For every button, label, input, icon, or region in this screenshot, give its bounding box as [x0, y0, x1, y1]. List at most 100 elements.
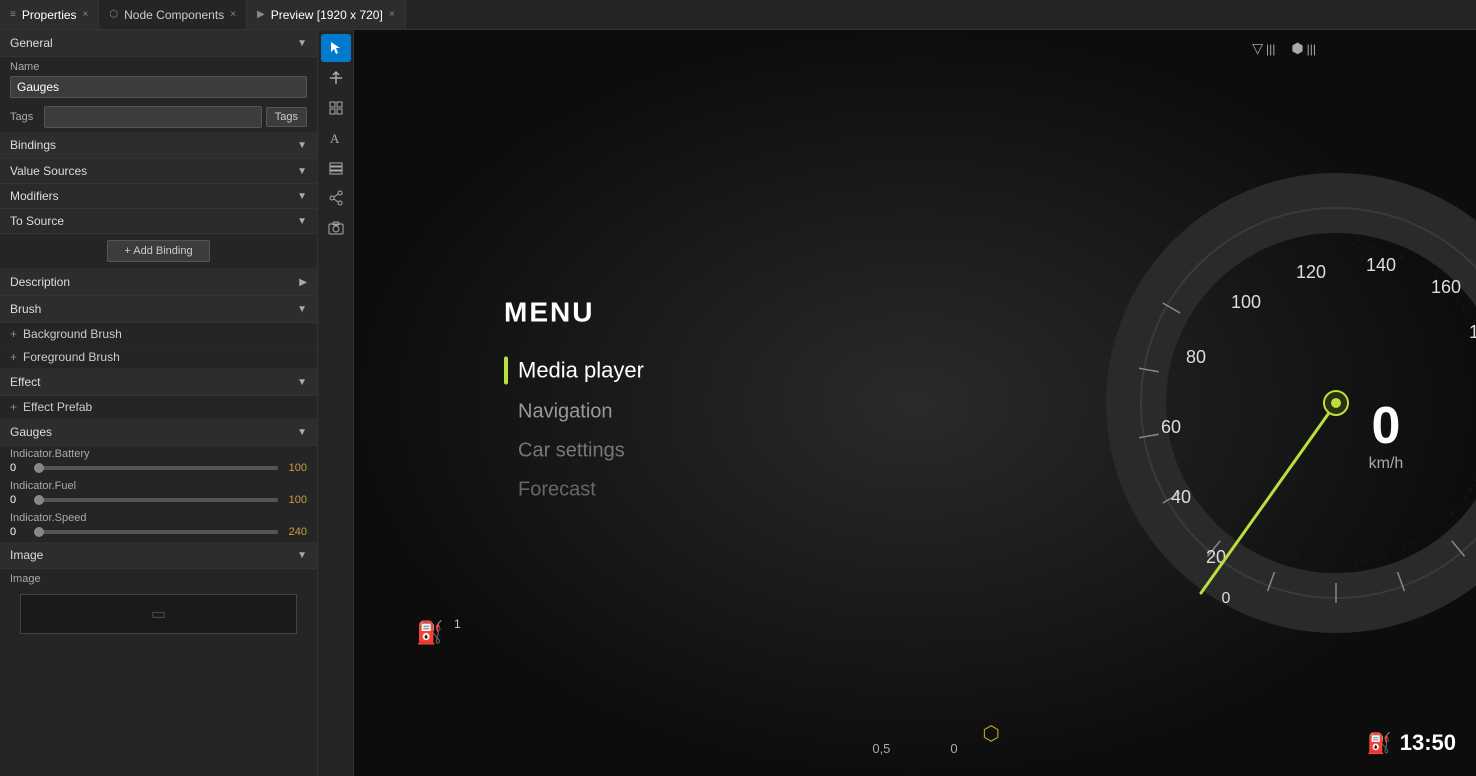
tags-row: Tags Tags: [0, 102, 317, 132]
speedometer-area: 20 40 60 80 100 120 140 160 180 0: [996, 30, 1476, 776]
value-sources-arrow: ▼: [297, 166, 307, 177]
tab-node-components-label: Node Components: [124, 8, 224, 22]
brush-section-header[interactable]: Brush ▼: [0, 296, 317, 323]
battery-slider[interactable]: [34, 466, 278, 470]
svg-text:100: 100: [1231, 292, 1261, 312]
foreground-brush-label: Foreground Brush: [23, 350, 120, 364]
menu-overlay: MENU Media player Navigation Car setting…: [504, 297, 644, 510]
speed-slider-row: Indicator.Speed 0 240: [0, 510, 317, 542]
fuel-slider-row: Indicator.Fuel 0 100: [0, 478, 317, 510]
clock: ⛽ 13:50: [1367, 730, 1456, 756]
bindings-section-header[interactable]: Bindings ▼: [0, 132, 317, 159]
modifiers-label: Modifiers: [10, 189, 59, 203]
fuel-pump-icon: ⛽: [416, 620, 443, 646]
tab-node-components[interactable]: ⬡ Node Components ×: [99, 0, 247, 29]
gauges-chevron: ▼: [297, 427, 307, 438]
gauges-section-header[interactable]: Gauges ▼: [0, 419, 317, 446]
clock-fuel-icon: ⛽: [1367, 731, 1392, 756]
effect-prefab-item[interactable]: + Effect Prefab: [0, 396, 317, 419]
bindings-chevron: ▼: [297, 140, 307, 151]
value-sources-subsection[interactable]: Value Sources ▼: [0, 159, 317, 184]
tags-button[interactable]: Tags: [266, 107, 307, 127]
tool-camera[interactable]: [321, 214, 351, 242]
image-chevron: ▼: [297, 550, 307, 561]
to-source-arrow: ▼: [297, 216, 307, 227]
tags-input[interactable]: [44, 106, 262, 128]
effect-prefab-plus-icon: +: [10, 400, 17, 414]
effect-section-header[interactable]: Effect ▼: [0, 369, 317, 396]
image-section-header[interactable]: Image ▼: [0, 542, 317, 569]
menu-title: MENU: [504, 297, 644, 329]
svg-text:0: 0: [1372, 397, 1401, 455]
name-input[interactable]: [10, 76, 307, 98]
fuel-min-value: 0: [10, 494, 30, 506]
image-field-label: Image: [10, 573, 307, 585]
menu-navigation-label: Navigation: [518, 401, 613, 424]
brush-label: Brush: [10, 302, 41, 316]
image-icon: ▭: [151, 604, 166, 624]
dashboard: ▽ ||| ⬢ ||| MENU Media player Navigation: [354, 30, 1476, 776]
tab-bar: ≡ Properties × ⬡ Node Components × ▶ Pre…: [0, 0, 1476, 30]
bottom-indicators: 0,5 0: [872, 741, 957, 756]
tab-preview-close[interactable]: ×: [389, 9, 395, 20]
tool-layers[interactable]: [321, 154, 351, 182]
effect-label: Effect: [10, 375, 40, 389]
middle-toolbar: A: [318, 30, 354, 776]
tool-grid[interactable]: [321, 94, 351, 122]
speed-thumb[interactable]: [34, 527, 44, 537]
bindings-label: Bindings: [10, 138, 56, 152]
tool-share[interactable]: [321, 184, 351, 212]
fuel-max-value: 100: [282, 494, 307, 506]
fuel-level-label: 1: [454, 617, 461, 631]
background-brush-item[interactable]: + Background Brush: [0, 323, 317, 346]
menu-item-forecast[interactable]: Forecast: [504, 471, 644, 510]
effect-prefab-label: Effect Prefab: [23, 400, 92, 414]
gauges-label: Gauges: [10, 425, 52, 439]
bottom-fuel-value: 0,5: [872, 741, 890, 756]
fuel-controls: 0 100: [10, 494, 307, 506]
node-components-icon: ⬡: [109, 9, 118, 20]
tab-properties-close[interactable]: ×: [83, 9, 89, 20]
tool-text[interactable]: A: [321, 124, 351, 152]
general-section-header[interactable]: General ▼: [0, 30, 317, 57]
fuel-thumb[interactable]: [34, 495, 44, 505]
battery-thumb[interactable]: [34, 463, 44, 473]
svg-text:120: 120: [1296, 262, 1326, 282]
description-section-header[interactable]: Description ▶: [0, 269, 317, 296]
tags-label: Tags: [10, 111, 40, 123]
menu-car-settings-label: Car settings: [518, 440, 625, 463]
tab-properties[interactable]: ≡ Properties ×: [0, 0, 99, 29]
general-label: General: [10, 36, 53, 50]
tool-cursor[interactable]: [321, 34, 351, 62]
menu-item-navigation[interactable]: Navigation: [504, 393, 644, 432]
main-layout: General ▼ Name Tags Tags Bindings ▼ Valu…: [0, 30, 1476, 776]
modifiers-arrow: ▼: [297, 191, 307, 202]
fuel-slider[interactable]: [34, 498, 278, 502]
background-brush-label: Background Brush: [23, 327, 122, 341]
preview-play-icon: ▶: [257, 9, 265, 20]
svg-text:A: A: [330, 131, 340, 146]
image-preview: ▭: [20, 594, 297, 634]
foreground-brush-item[interactable]: + Foreground Brush: [0, 346, 317, 369]
add-binding-row: + Add Binding: [0, 234, 317, 269]
menu-item-media-player[interactable]: Media player: [504, 349, 644, 393]
name-label: Name: [10, 61, 307, 73]
description-label: Description: [10, 275, 70, 289]
speed-slider[interactable]: [34, 530, 278, 534]
general-chevron: ▼: [297, 38, 307, 49]
add-binding-button[interactable]: + Add Binding: [107, 240, 209, 262]
menu-item-car-settings[interactable]: Car settings: [504, 432, 644, 471]
tab-preview[interactable]: ▶ Preview [1920 x 720] ×: [247, 0, 406, 29]
left-panel: General ▼ Name Tags Tags Bindings ▼ Valu…: [0, 30, 318, 776]
tool-arrow[interactable]: [321, 64, 351, 92]
to-source-subsection[interactable]: To Source ▼: [0, 209, 317, 234]
speed-min-value: 0: [10, 526, 30, 538]
svg-text:0: 0: [1222, 590, 1231, 607]
svg-text:60: 60: [1161, 417, 1181, 437]
name-field-row: Name: [0, 57, 317, 102]
fuel-label: Indicator.Fuel: [10, 480, 307, 492]
tab-node-components-close[interactable]: ×: [230, 9, 236, 20]
menu-media-player-label: Media player: [518, 358, 644, 384]
modifiers-subsection[interactable]: Modifiers ▼: [0, 184, 317, 209]
preview-area: ▽ ||| ⬢ ||| MENU Media player Navigation: [354, 30, 1476, 776]
